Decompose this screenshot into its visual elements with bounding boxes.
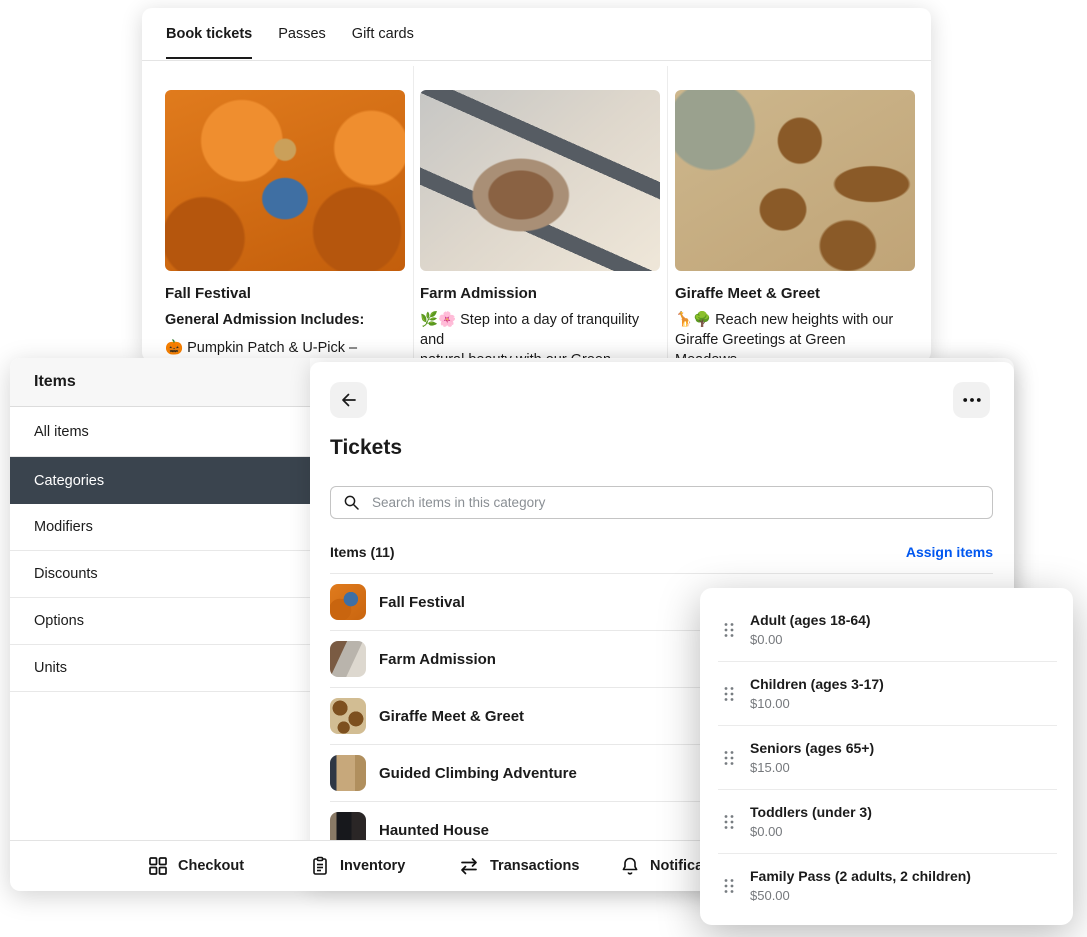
assign-items-link[interactable]: Assign items (906, 544, 993, 560)
items-list-header: Items (11) Assign items (330, 544, 993, 560)
variant-row-toddlers[interactable]: Toddlers (under 3) $0.00 (718, 790, 1057, 854)
card-giraffe-meet-greet[interactable]: Giraffe Meet & Greet 🦒🌳 Reach new height… (675, 90, 915, 362)
variant-row-children[interactable]: Children (ages 3-17) $10.00 (718, 662, 1057, 726)
card-fall-festival[interactable]: Fall Festival General Admission Includes… (165, 90, 405, 362)
nav-inventory[interactable]: Inventory (310, 841, 405, 891)
variant-price: $50.00 (750, 888, 971, 903)
variant-price: $10.00 (750, 696, 884, 711)
item-name: Fall Festival (379, 594, 465, 611)
sidebar-item-units[interactable]: Units (10, 645, 310, 692)
variant-row-seniors[interactable]: Seniors (ages 65+) $15.00 (718, 726, 1057, 790)
more-options-button[interactable] (953, 382, 990, 418)
search-icon (343, 494, 360, 511)
items-count-label: Items (11) (330, 544, 395, 560)
tab-passes[interactable]: Passes (278, 8, 326, 60)
item-thumbnail (330, 584, 366, 620)
item-thumbnail (330, 698, 366, 734)
variant-name: Seniors (ages 65+) (750, 740, 874, 756)
item-thumbnail (330, 755, 366, 791)
drag-handle-icon[interactable] (718, 814, 734, 830)
ellipsis-icon (963, 398, 981, 402)
variants-panel: Adult (ages 18-64) $0.00 Children (ages … (700, 588, 1073, 925)
card-description: 🌿🌸 Step into a day of tranquility and (420, 310, 660, 350)
card-title: Giraffe Meet & Greet (675, 285, 915, 302)
card-title: Fall Festival (165, 285, 405, 302)
page-title: Tickets (330, 436, 402, 460)
card-farm-admission[interactable]: Farm Admission 🌿🌸 Step into a day of tra… (420, 90, 660, 362)
sidebar-item-options[interactable]: Options (10, 598, 310, 645)
variant-name: Adult (ages 18-64) (750, 612, 871, 628)
nav-label: Inventory (340, 858, 405, 874)
nav-label: Transactions (490, 858, 579, 874)
tab-gift-cards[interactable]: Gift cards (352, 8, 414, 60)
card-description: 🦒🌳 Reach new heights with our (675, 310, 915, 330)
back-button[interactable] (330, 382, 367, 418)
bell-icon (620, 856, 640, 876)
clipboard-icon (310, 856, 330, 876)
ticket-card-grid: Fall Festival General Admission Includes… (165, 90, 915, 362)
item-name: Farm Admission (379, 651, 496, 668)
drag-handle-icon[interactable] (718, 878, 734, 894)
category-search-box (330, 486, 993, 519)
card-description: General Admission Includes: (165, 310, 405, 330)
drag-handle-icon[interactable] (718, 750, 734, 766)
variant-name: Family Pass (2 adults, 2 children) (750, 868, 971, 884)
item-name: Giraffe Meet & Greet (379, 708, 524, 725)
booking-window: Book tickets Passes Gift cards Fall Fest… (142, 8, 931, 362)
variant-price: $0.00 (750, 824, 872, 839)
transfer-arrows-icon (458, 856, 480, 876)
drag-handle-icon[interactable] (718, 686, 734, 702)
booking-tabbar: Book tickets Passes Gift cards (142, 8, 931, 61)
giraffe-photo (675, 90, 915, 271)
variant-price: $0.00 (750, 632, 871, 647)
sidebar-item-categories[interactable]: Categories (10, 457, 310, 504)
card-title: Farm Admission (420, 285, 660, 302)
variant-name: Children (ages 3-17) (750, 676, 884, 692)
back-arrow-icon (339, 390, 359, 410)
nav-transactions[interactable]: Transactions (458, 841, 579, 891)
nav-checkout[interactable]: Checkout (148, 841, 244, 891)
nav-label: Checkout (178, 858, 244, 874)
sidebar-item-modifiers[interactable]: Modifiers (10, 504, 310, 551)
variant-name: Toddlers (under 3) (750, 804, 872, 820)
item-thumbnail (330, 641, 366, 677)
grid-icon (148, 856, 168, 876)
tab-book-tickets[interactable]: Book tickets (166, 8, 252, 60)
farm-admission-photo (420, 90, 660, 271)
sidebar-title: Items (10, 358, 310, 407)
variant-row-adult[interactable]: Adult (ages 18-64) $0.00 (718, 598, 1057, 662)
sidebar-item-discounts[interactable]: Discounts (10, 551, 310, 598)
search-input[interactable] (370, 494, 992, 511)
variant-row-family-pass[interactable]: Family Pass (2 adults, 2 children) $50.0… (718, 854, 1057, 917)
drag-handle-icon[interactable] (718, 622, 734, 638)
item-name: Haunted House (379, 822, 489, 839)
sidebar-item-all-items[interactable]: All items (10, 407, 310, 457)
fall-festival-photo (165, 90, 405, 271)
item-name: Guided Climbing Adventure (379, 765, 577, 782)
variant-price: $15.00 (750, 760, 874, 775)
